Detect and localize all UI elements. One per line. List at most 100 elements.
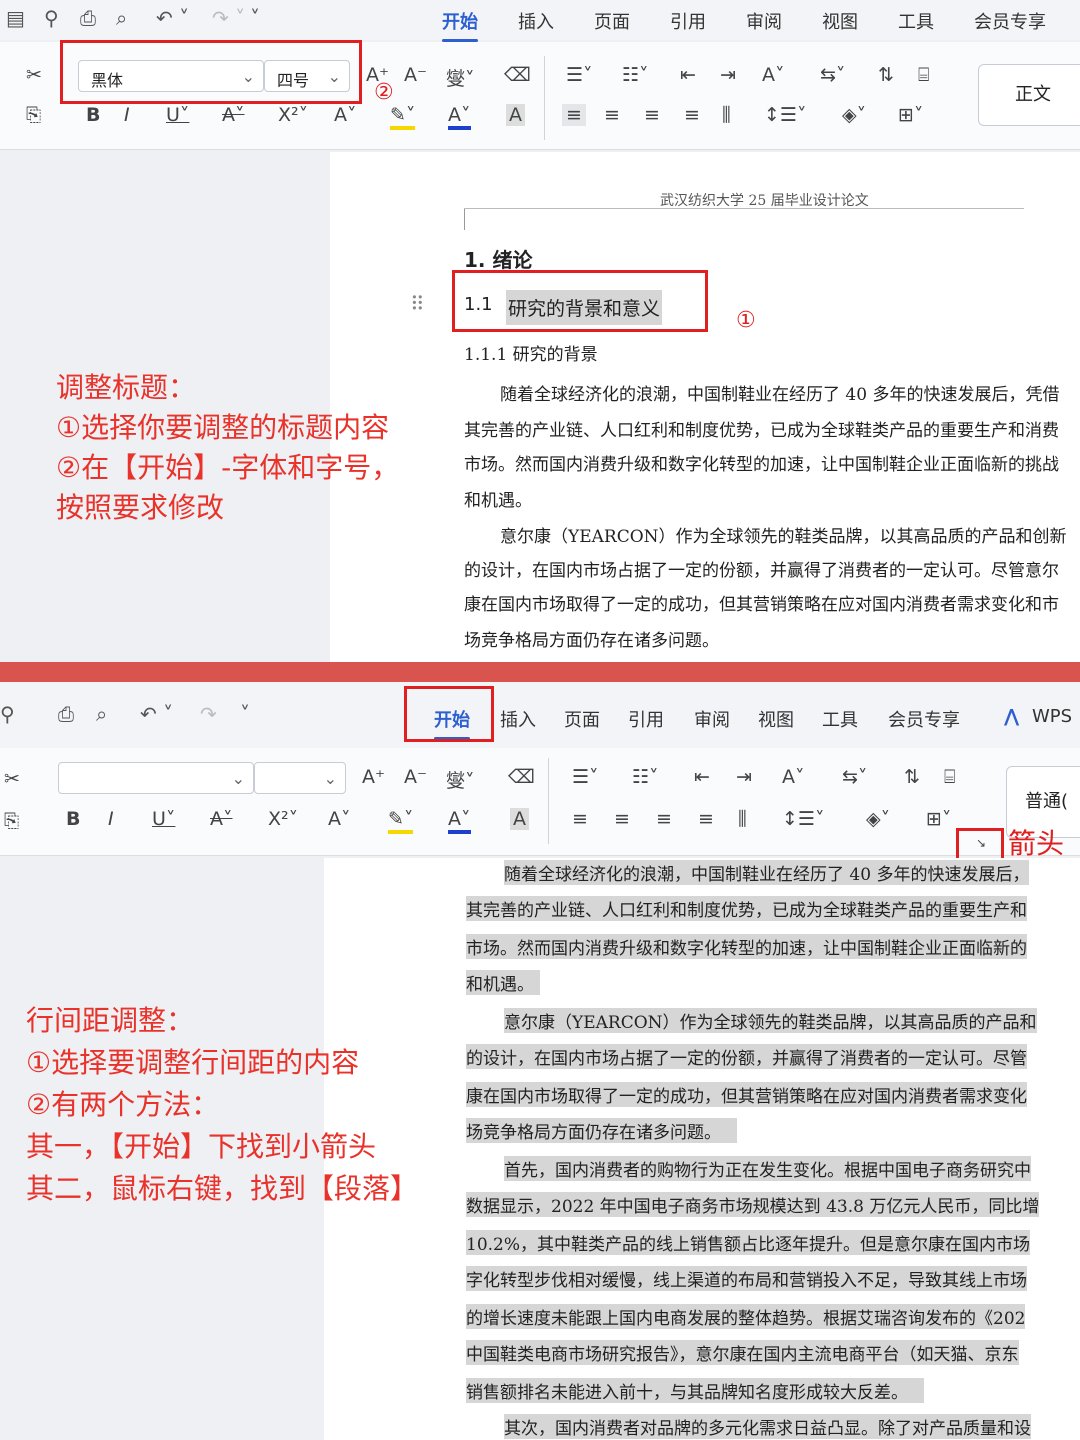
highlight-icon[interactable]: ✎˅: [388, 808, 414, 834]
text-effect-icon[interactable]: A˅: [328, 808, 351, 830]
paragraph-line[interactable]: 随着全球经济化的浪潮，中国制鞋业在经历了 40 多年的快速发展后，: [504, 860, 1030, 885]
paragraph-line[interactable]: 场竞争格局方面仍存在诸多问题。: [466, 1118, 737, 1143]
font-color-icon[interactable]: A˅: [448, 808, 471, 834]
eraser-icon[interactable]: ⌫: [504, 64, 531, 86]
paragraph-line[interactable]: 首先，国内消费者的购物行为正在发生变化。根据中国电子商务研究中: [504, 1156, 1031, 1181]
text-effect-icon[interactable]: A˅: [334, 104, 357, 126]
bold-icon[interactable]: B: [86, 104, 100, 126]
paragraph-line[interactable]: 其完善的产业链、人口红利和制度优势，已成为全球鞋类产品的重要生产和消费: [464, 416, 1059, 441]
superscript-icon[interactable]: X²˅: [268, 808, 298, 830]
style-normal[interactable]: 正文: [978, 64, 1080, 126]
shading-icon[interactable]: ◈˅: [842, 104, 866, 126]
heading-1[interactable]: 1. 绪论: [464, 244, 532, 273]
more-icon[interactable]: ˅: [240, 702, 250, 726]
tab-review[interactable]: 审阅: [746, 8, 782, 34]
text-direction-icon[interactable]: ⇆˅: [842, 766, 867, 788]
print-icon[interactable]: ⎙: [80, 6, 96, 30]
chinese-layout-icon[interactable]: A˅: [762, 64, 785, 86]
paragraph-line[interactable]: 随着全球经济化的浪潮，中国制鞋业在经历了 40 多年的快速发展后，凭借: [500, 380, 1059, 405]
shrink-font-icon[interactable]: A⁻: [404, 766, 427, 788]
wps-label[interactable]: WPS: [1032, 706, 1072, 727]
print-icon[interactable]: ⎙: [58, 702, 74, 726]
share-icon[interactable]: ⚲: [44, 6, 59, 30]
align-center-icon[interactable]: ≡: [614, 808, 630, 830]
phonetic-icon[interactable]: 燮˅: [446, 766, 475, 793]
copy-icon[interactable]: ⎘: [26, 104, 41, 126]
indent-icon[interactable]: ⇥: [720, 64, 736, 86]
eraser-icon[interactable]: ⌫: [508, 766, 535, 788]
align-left-icon[interactable]: ≡: [562, 104, 586, 126]
strikethrough-icon[interactable]: A˅: [222, 104, 245, 126]
tab-member[interactable]: 会员专享: [888, 706, 960, 732]
paragraph-line[interactable]: 销售额排名未能进入前十，与其品牌知名度形成较大反差。: [466, 1378, 924, 1403]
sort-icon[interactable]: ⇅: [904, 766, 920, 788]
paragraph-line[interactable]: 其完善的产业链、人口红利和制度优势，已成为全球鞋类产品的重要生产和: [466, 896, 1027, 921]
font-color-icon[interactable]: A˅: [448, 104, 471, 130]
paragraph-line[interactable]: 10.2%，其中鞋类产品的线上销售额占比逐年提升。但是意尔康在国内市场: [466, 1230, 1031, 1255]
show-marks-icon[interactable]: ⌸: [944, 766, 955, 788]
distribute-icon[interactable]: ⫼: [722, 104, 731, 126]
font-size-select[interactable]: ⌄: [254, 762, 346, 794]
tab-tools[interactable]: 工具: [822, 706, 858, 732]
char-shading-icon[interactable]: A: [510, 808, 529, 830]
tab-view[interactable]: 视图: [758, 706, 794, 732]
save-icon[interactable]: ▤: [6, 6, 25, 30]
show-marks-icon[interactable]: ⌸: [918, 64, 929, 86]
shrink-font-icon[interactable]: A⁻: [404, 64, 427, 86]
paragraph-line[interactable]: 中国鞋类电商市场研究报告》，意尔康在国内主流电商平台（如天猫、京东: [466, 1340, 1019, 1365]
tab-page[interactable]: 页面: [594, 8, 630, 34]
paragraph-line[interactable]: 的设计，在国内市场占据了一定的份额，并赢得了消费者的一定认可。尽管意尔: [464, 556, 1059, 581]
highlight-icon[interactable]: ✎˅: [390, 104, 416, 130]
phonetic-icon[interactable]: 燮˅: [446, 64, 475, 91]
tab-page[interactable]: 页面: [564, 706, 600, 732]
paragraph-line[interactable]: 康在国内市场取得了一定的成功，但其营销策略在应对国内消费者需求变化: [466, 1082, 1027, 1107]
distribute-icon[interactable]: ⫼: [738, 808, 747, 830]
bullet-list-icon[interactable]: ☰˅: [566, 64, 593, 86]
tab-review[interactable]: 审阅: [694, 706, 730, 732]
sort-icon[interactable]: ⇅: [878, 64, 894, 86]
paragraph-line[interactable]: 字化转型步伐相对缓慢，线上渠道的布局和营销投入不足，导致其线上市场: [466, 1266, 1027, 1291]
underline-icon[interactable]: U˅: [166, 104, 189, 126]
grow-font-icon[interactable]: A⁺: [362, 766, 385, 788]
paragraph-line[interactable]: 场竞争格局方面仍存在诸多问题。: [464, 626, 719, 651]
tab-tools[interactable]: 工具: [898, 8, 934, 34]
cut-icon[interactable]: ✂: [26, 64, 42, 86]
superscript-icon[interactable]: X²˅: [278, 104, 308, 126]
tab-view[interactable]: 视图: [822, 8, 858, 34]
undo-icon[interactable]: ↶ ˅: [140, 702, 173, 726]
border-icon[interactable]: ⊞˅: [898, 104, 923, 126]
paragraph-line[interactable]: 其次，国内消费者对品牌的多元化需求日益凸显。除了对产品质量和设: [504, 1414, 1031, 1439]
more-icon[interactable]: ˅: [250, 6, 260, 30]
print-preview-icon[interactable]: ⌕: [96, 702, 107, 726]
paragraph-line[interactable]: 康在国内市场取得了一定的成功，但其营销策略在应对国内消费者需求变化和市: [464, 590, 1059, 615]
indent-icon[interactable]: ⇥: [736, 766, 752, 788]
paragraph-line[interactable]: 的设计，在国内市场占据了一定的份额，并赢得了消费者的一定认可。尽管: [466, 1044, 1027, 1069]
paragraph-line[interactable]: 的增长速度未能跟上国内电商发展的整体趋势。根据艾瑞咨询发布的《202: [466, 1304, 1026, 1329]
paragraph-line[interactable]: 意尔康（YEARCON）作为全球领先的鞋类品牌，以其高品质的产品和: [504, 1008, 1037, 1033]
heading-3[interactable]: 1.1.1 研究的背景: [464, 340, 598, 365]
paragraph-line[interactable]: 数据显示，2022 年中国电子商务市场规模达到 43.8 万亿元人民币，同比增: [466, 1192, 1040, 1217]
share-icon[interactable]: ⚲: [0, 702, 15, 726]
bold-icon[interactable]: B: [66, 808, 80, 830]
number-list-icon[interactable]: ☷˅: [622, 64, 649, 86]
text-direction-icon[interactable]: ⇆˅: [820, 64, 845, 86]
tab-reference[interactable]: 引用: [628, 706, 664, 732]
copy-icon[interactable]: ⎘: [4, 810, 19, 832]
tab-reference[interactable]: 引用: [670, 8, 706, 34]
tab-member[interactable]: 会员专享: [974, 8, 1046, 34]
underline-icon[interactable]: U˅: [152, 808, 175, 830]
line-spacing-icon[interactable]: ↕☰˅: [782, 808, 824, 830]
align-left-icon[interactable]: ≡: [572, 808, 588, 830]
italic-icon[interactable]: I: [124, 104, 130, 126]
cut-icon[interactable]: ✂: [4, 768, 20, 790]
tab-insert[interactable]: 插入: [518, 8, 554, 34]
drag-handle-icon[interactable]: ⠿: [410, 292, 425, 316]
bullet-list-icon[interactable]: ☰˅: [572, 766, 599, 788]
strikethrough-icon[interactable]: A˅: [210, 808, 233, 830]
paragraph-line[interactable]: 市场。然而国内消费升级和数字化转型的加速，让中国制鞋企业正面临新的: [466, 934, 1027, 959]
border-icon[interactable]: ⊞˅: [926, 808, 951, 830]
tab-home[interactable]: 开始: [442, 8, 478, 42]
paragraph-line[interactable]: 和机遇。: [466, 970, 540, 995]
chinese-layout-icon[interactable]: A˅: [782, 766, 805, 788]
align-right-icon[interactable]: ≡: [656, 808, 672, 830]
